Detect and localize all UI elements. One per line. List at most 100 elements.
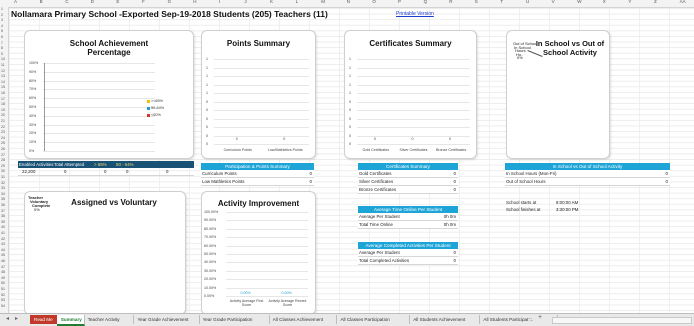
column-header[interactable]: Z <box>654 0 657 4</box>
row-header[interactable]: 53 <box>1 298 5 302</box>
column-header[interactable]: J <box>244 0 246 4</box>
more-tabs-button[interactable]: ... <box>527 315 532 321</box>
column-header[interactable]: Q <box>424 0 428 4</box>
printable-version-link[interactable]: Printable Version <box>396 11 434 17</box>
tab-scroll-right-button[interactable]: ▸ <box>15 315 18 322</box>
row-header[interactable]: 32 <box>1 181 5 185</box>
row-header[interactable]: 1 <box>1 7 3 11</box>
row-header[interactable]: 11 <box>1 63 5 67</box>
column-header[interactable]: C <box>65 0 68 4</box>
row-header[interactable]: 47 <box>1 265 5 269</box>
row-header[interactable]: 29 <box>1 164 5 168</box>
column-header[interactable]: F <box>142 0 145 4</box>
column-header[interactable]: D <box>91 0 94 4</box>
row-header[interactable]: 51 <box>1 287 5 291</box>
row-header[interactable]: 49 <box>1 276 5 280</box>
column-header[interactable]: A <box>14 0 17 4</box>
row-header[interactable]: 3 <box>1 18 3 22</box>
row-header[interactable]: 45 <box>1 253 5 257</box>
tab-scroll-left-button[interactable]: ◂ <box>6 315 9 322</box>
assigned-vs-voluntary-chart[interactable]: Assigned vs Voluntary Teacher Voluntary Co… <box>24 191 186 315</box>
column-header[interactable]: U <box>526 0 529 4</box>
column-header[interactable]: W <box>577 0 581 4</box>
column-header[interactable]: G <box>168 0 172 4</box>
row-header[interactable]: 39 <box>1 220 5 224</box>
sheet-tab[interactable]: Year Grade Participation <box>199 315 270 324</box>
horizontal-scrollbar[interactable] <box>552 317 692 324</box>
column-header[interactable]: N <box>347 0 350 4</box>
row-header[interactable]: 20 <box>1 113 5 117</box>
certificates-summary-chart[interactable]: Certificates Summary 1 1 1 1 1 0 0 0 0 0 0 0 Gold Ce… <box>344 30 477 159</box>
row-header[interactable]: 42 <box>1 237 5 241</box>
column-header[interactable]: H <box>193 0 196 4</box>
row-header[interactable]: 28 <box>1 158 5 162</box>
sheet-tab[interactable]: All Classes Participation <box>336 315 411 324</box>
row-header[interactable]: 37 <box>1 209 5 213</box>
row-header[interactable]: 43 <box>1 242 5 246</box>
row-header[interactable]: 36 <box>1 203 5 207</box>
row-header[interactable]: 22 <box>1 125 5 129</box>
row-header[interactable]: 10 <box>1 57 5 61</box>
row-header[interactable]: 33 <box>1 186 5 190</box>
column-header[interactable]: Y <box>628 0 631 4</box>
row-header[interactable]: 27 <box>1 153 5 157</box>
activity-improvement-chart[interactable]: Activity Improvement 100.00% 90.00% 80.00%… <box>201 191 316 315</box>
column-header[interactable]: V <box>552 0 555 4</box>
column-header[interactable]: S <box>475 0 478 4</box>
row-header[interactable]: 16 <box>1 91 5 95</box>
row-header[interactable]: 17 <box>1 97 5 101</box>
row-header[interactable]: 34 <box>1 192 5 196</box>
row-header[interactable]: 46 <box>1 259 5 263</box>
column-header[interactable]: T <box>500 0 503 4</box>
row-header[interactable]: 19 <box>1 108 5 112</box>
row-header[interactable]: 12 <box>1 69 5 73</box>
column-header[interactable]: K <box>270 0 273 4</box>
column-header[interactable]: X <box>603 0 606 4</box>
row-header[interactable]: 54 <box>1 304 5 308</box>
row-header[interactable]: 30 <box>1 169 5 173</box>
row-header[interactable]: 50 <box>1 281 5 285</box>
row-header[interactable]: 52 <box>1 293 5 297</box>
column-header[interactable]: L <box>296 0 299 4</box>
row-header[interactable]: 4 <box>1 24 3 28</box>
row-header[interactable]: 2 <box>1 13 3 17</box>
points-summary-chart[interactable]: Points Summary 1 1 1 1 1 0 0 0 0 0 0 0 Curriculum Po… <box>201 30 316 159</box>
row-header[interactable]: 23 <box>1 130 5 134</box>
row-header[interactable]: 41 <box>1 231 5 235</box>
row-header[interactable]: 13 <box>1 74 5 78</box>
row-header[interactable]: 21 <box>1 119 5 123</box>
row-header[interactable]: 8 <box>1 46 3 50</box>
row-header[interactable]: 35 <box>1 197 5 201</box>
row-header[interactable]: 6 <box>1 35 3 39</box>
sheet-tab[interactable]: All Classes Achievement <box>269 315 338 324</box>
row-header[interactable]: 26 <box>1 147 5 151</box>
row-header[interactable]: 15 <box>1 85 5 89</box>
achievement-chart[interactable]: School Achievement Percentage 100% 90% 80%… <box>24 30 194 159</box>
row-header[interactable]: 44 <box>1 248 5 252</box>
row-header[interactable]: 18 <box>1 102 5 106</box>
column-header[interactable]: O <box>372 0 376 4</box>
sheet-tab[interactable]: Summary <box>56 315 85 326</box>
column-header[interactable]: I <box>219 0 220 4</box>
row-header[interactable]: 38 <box>1 214 5 218</box>
sheet-tab[interactable]: All Students Achievement <box>409 315 481 324</box>
row-header[interactable]: 14 <box>1 80 5 84</box>
row-header[interactable]: 9 <box>1 52 3 56</box>
sheet-tab[interactable]: Teacher Activity <box>84 315 135 324</box>
sheet-tab[interactable]: All Students Participat ... <box>479 315 559 324</box>
column-header[interactable]: E <box>116 0 119 4</box>
column-header[interactable]: P <box>398 0 401 4</box>
add-sheet-button[interactable]: + <box>538 314 542 321</box>
column-header[interactable]: R <box>449 0 452 4</box>
row-header[interactable]: 24 <box>1 136 5 140</box>
row-header[interactable]: 40 <box>1 225 5 229</box>
row-header[interactable]: 31 <box>1 175 5 179</box>
column-header[interactable]: AA <box>680 0 686 4</box>
column-header[interactable]: M <box>321 0 325 4</box>
sheet-tab[interactable]: Read Me <box>30 315 58 324</box>
in-school-vs-out-of-school-chart[interactable]: In School vs Out of School Activity Out … <box>506 30 610 159</box>
row-header[interactable]: 48 <box>1 270 5 274</box>
row-header[interactable]: 25 <box>1 141 5 145</box>
column-header[interactable]: B <box>40 0 43 4</box>
row-header[interactable]: 5 <box>1 29 3 33</box>
